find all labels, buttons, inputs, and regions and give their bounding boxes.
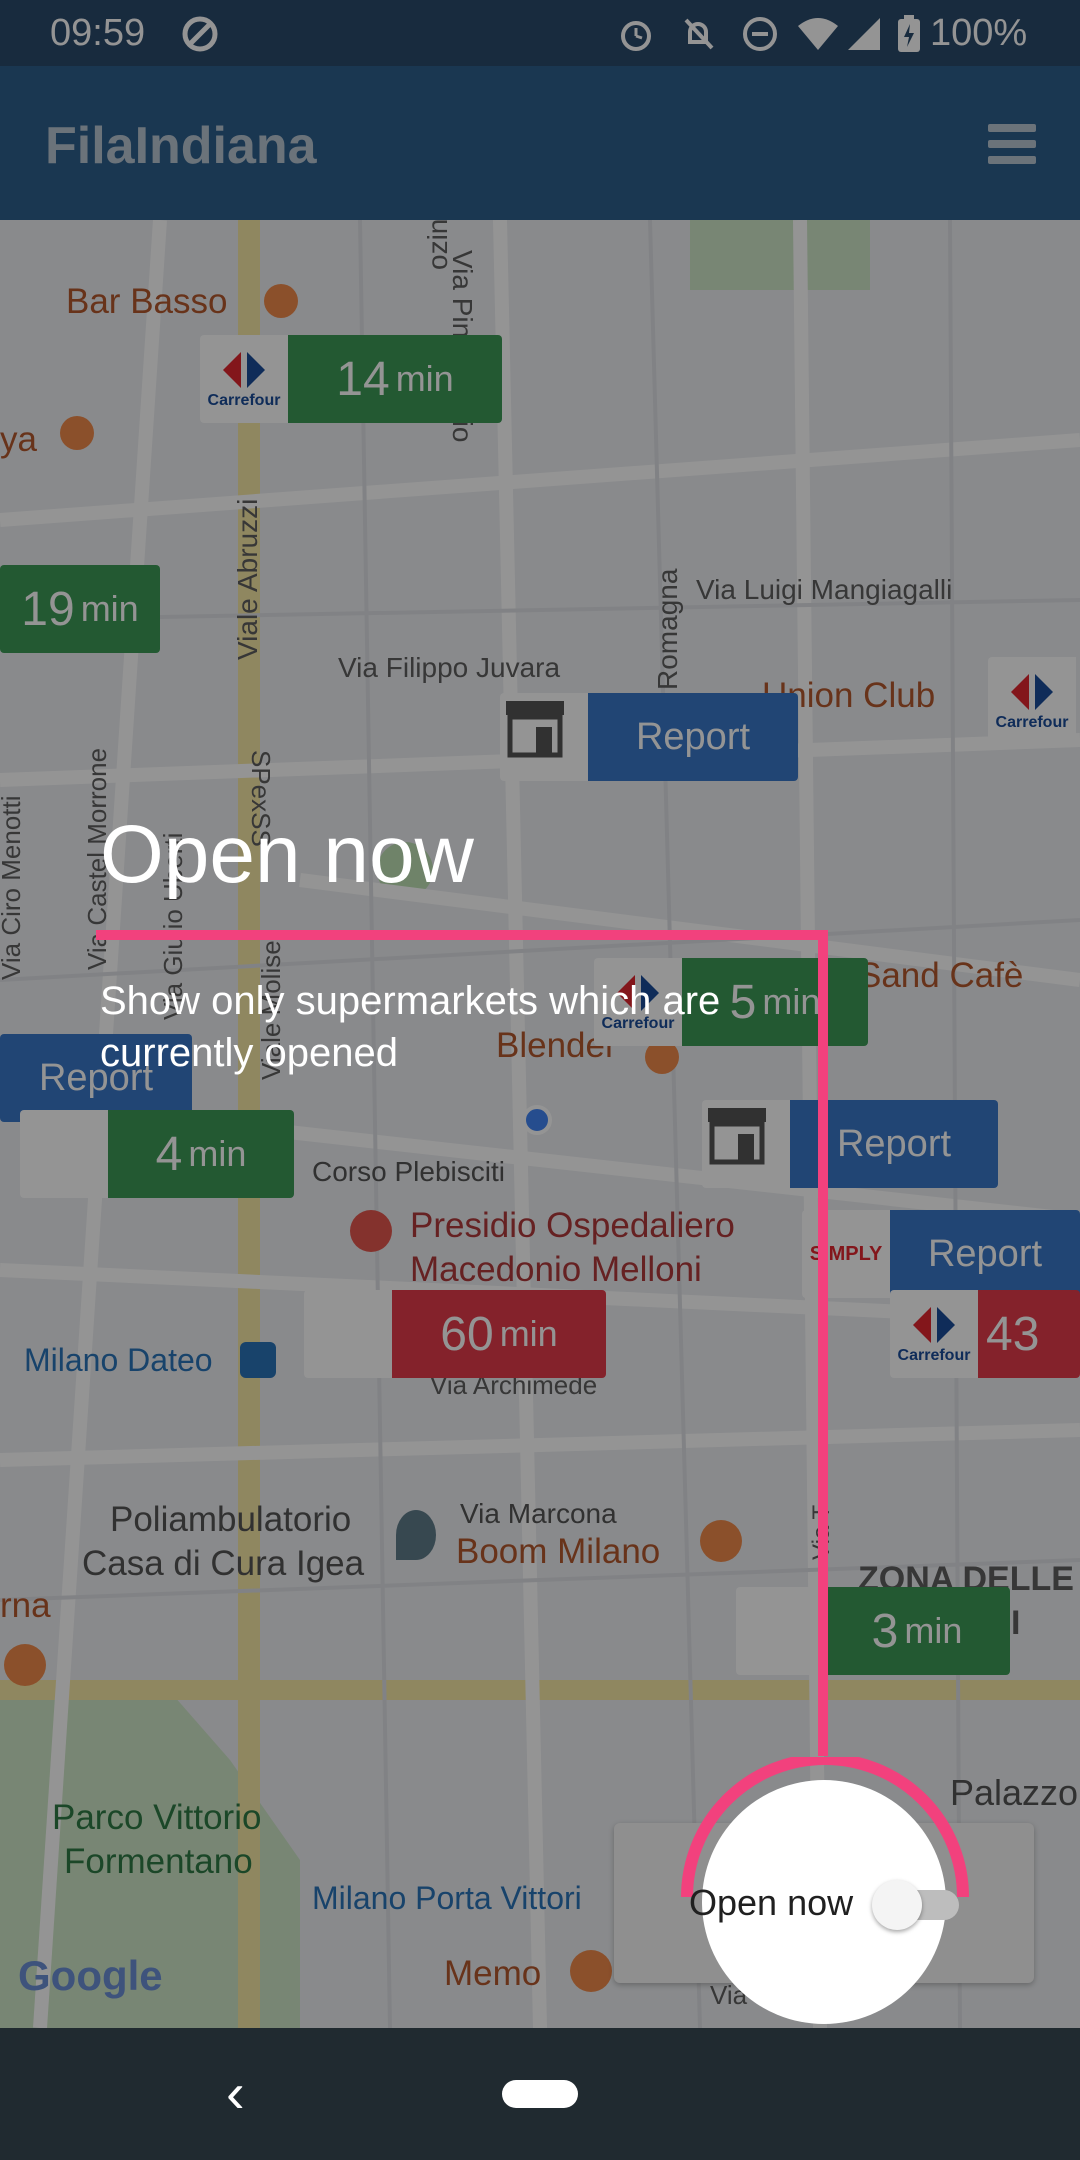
open-now-label: Open now (689, 1882, 854, 1923)
spotlight-arc (681, 1757, 969, 1897)
navigation-bar: ‹ (0, 2028, 1080, 2160)
back-icon[interactable]: ‹ (226, 2060, 245, 2125)
home-button[interactable] (502, 2080, 578, 2108)
tour-title: Open now (100, 809, 474, 900)
open-now-switch[interactable] (872, 1880, 922, 1930)
tour-connector-horizontal (96, 930, 828, 940)
tour-description: Show only supermarkets which are current… (100, 979, 721, 1075)
